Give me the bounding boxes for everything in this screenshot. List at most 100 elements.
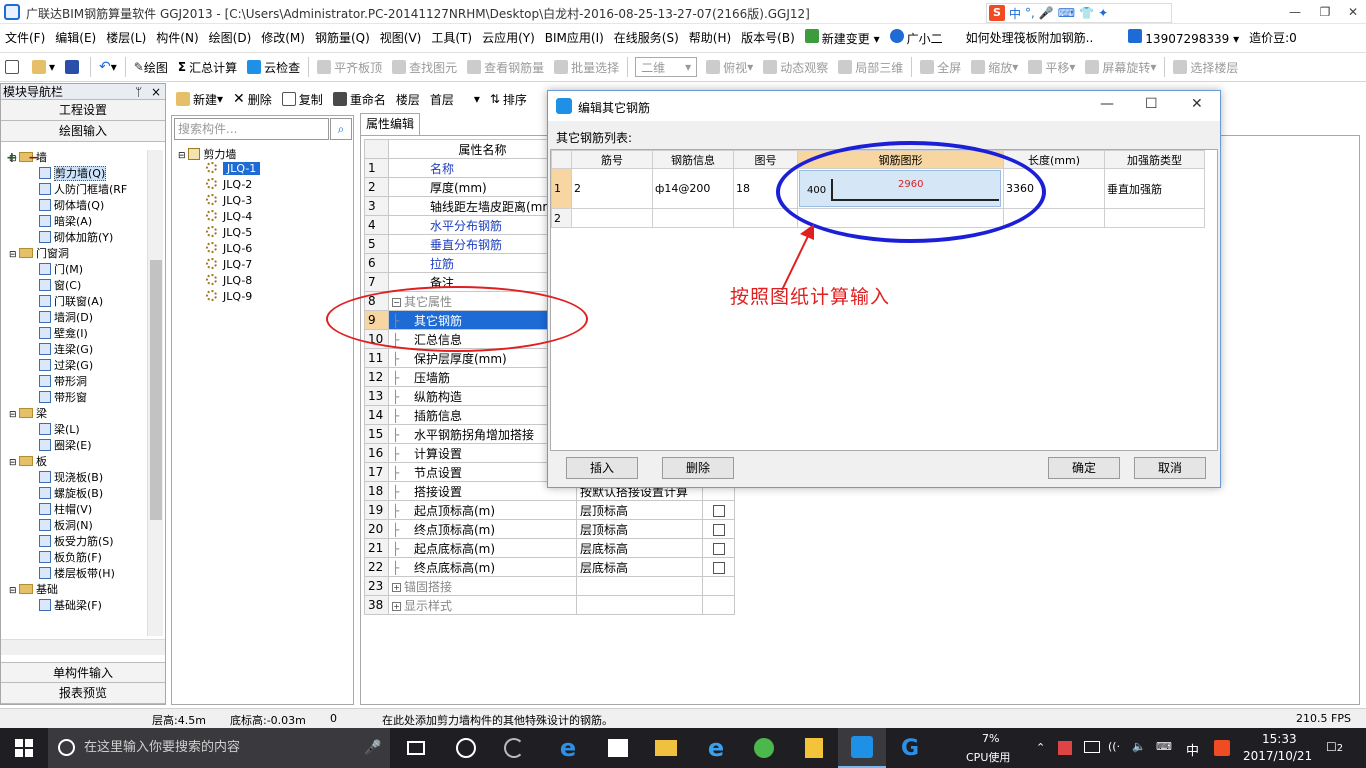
component-item[interactable]: JLQ-9 <box>206 290 252 303</box>
nav-tree-item[interactable]: 连梁(G) <box>1 342 165 358</box>
ime-punct[interactable]: °, <box>1025 6 1035 20</box>
tray-app-icon[interactable] <box>1058 741 1072 755</box>
nav-tree-item[interactable]: 楼层板带(H) <box>1 566 165 582</box>
bar-no-cell[interactable] <box>571 208 653 228</box>
nav-tree-item[interactable]: 砌体墙(Q) <box>1 198 165 214</box>
property-row[interactable]: 19 ├ 起点顶标高(m) 层顶标高 <box>364 500 735 520</box>
ime-tray-label[interactable]: 中 <box>1186 740 1199 759</box>
nav-tree-folder[interactable]: ⊟ 墙 <box>1 150 165 166</box>
clock-time[interactable]: 15:33 <box>1262 732 1297 746</box>
nav-tree-item[interactable]: 墙洞(D) <box>1 310 165 326</box>
notes-button[interactable] <box>790 728 838 768</box>
new-file-button[interactable] <box>0 60 27 74</box>
expand-all-icon[interactable]: + <box>6 150 18 166</box>
menu-account[interactable]: 13907298339 ▾ <box>1098 29 1244 46</box>
screen-rotate-button[interactable]: 屏幕旋转 ▾ <box>1080 59 1161 76</box>
select-floor-button[interactable]: 选择楼层 <box>1168 59 1243 76</box>
nav-tree-item[interactable]: 带形窗 <box>1 390 165 406</box>
delete-component-button[interactable]: ✕ 删除 <box>228 91 277 108</box>
volume-icon[interactable]: 🔈 <box>1132 740 1146 753</box>
reinforce-type-cell[interactable] <box>1104 208 1205 228</box>
keyboard-icon[interactable]: ⌨ <box>1058 6 1075 20</box>
open-file-button[interactable]: ▾ <box>27 60 60 74</box>
report-preview-button[interactable]: 报表预览 <box>1 683 165 704</box>
tree-expand-icon[interactable]: ⊟ <box>9 455 19 471</box>
sort-button[interactable]: ⇅ 排序 <box>485 91 532 108</box>
property-attach-cell[interactable] <box>702 557 735 577</box>
menu-new-change[interactable]: 新建变更 ▾ <box>800 28 885 47</box>
nav-tree-item[interactable]: 板受力筋(S) <box>1 534 165 550</box>
undo-button[interactable]: ↶ ▾ <box>94 59 122 75</box>
sum-calc-button[interactable]: Σ 汇总计算 <box>173 59 242 76</box>
clock-date[interactable]: 2017/10/21 <box>1243 749 1312 763</box>
dynamic-view-button[interactable]: 动态观察 <box>758 59 833 76</box>
nav-tree-item[interactable]: 砌体加筋(Y) <box>1 230 165 246</box>
attach-checkbox[interactable] <box>712 542 725 555</box>
explorer-button[interactable] <box>642 728 690 768</box>
property-value-cell[interactable]: 层底标高 <box>576 557 703 577</box>
attach-checkbox[interactable] <box>712 504 725 517</box>
tree-expand-icon[interactable]: ⊟ <box>9 247 19 263</box>
level-top-button[interactable]: 平齐板顶 <box>312 59 387 76</box>
start-button[interactable] <box>0 728 48 768</box>
search-icon[interactable]: ⌕ <box>330 118 352 140</box>
property-name-cell[interactable]: + 显示样式 <box>388 595 577 615</box>
nav-tree-item[interactable]: 窗(C) <box>1 278 165 294</box>
expand-icon[interactable]: + <box>392 601 401 611</box>
menu-modify[interactable]: 修改(M) <box>256 29 310 46</box>
nav-tree-folder[interactable]: ⊟ 门窗洞 <box>1 246 165 262</box>
property-value-cell[interactable] <box>576 595 703 615</box>
component-item[interactable]: JLQ-8 <box>206 274 252 287</box>
property-attach-cell[interactable] <box>702 538 735 558</box>
property-name-cell[interactable]: + 锚固搭接 <box>388 576 577 596</box>
local-3d-button[interactable]: 局部三维 <box>833 59 908 76</box>
copy-component-button[interactable]: 复制 <box>277 91 328 108</box>
property-value-cell[interactable]: 层顶标高 <box>576 500 703 520</box>
menu-component[interactable]: 构件(N) <box>151 29 203 46</box>
menu-rebar-qty[interactable]: 钢筋量(Q) <box>310 29 375 46</box>
property-name-cell[interactable]: ├ 起点顶标高(m) <box>388 500 577 520</box>
property-row[interactable]: 21 ├ 起点底标高(m) 层底标高 <box>364 538 735 558</box>
component-item[interactable]: JLQ-7 <box>206 258 252 271</box>
menu-edit[interactable]: 编辑(E) <box>50 29 101 46</box>
ime-skin-icon[interactable]: 👕 <box>1079 6 1094 20</box>
nav-tree-item[interactable]: 壁龛(I) <box>1 326 165 342</box>
glodon-button[interactable]: G <box>886 728 934 768</box>
sogou-ime-icon[interactable]: S <box>989 5 1005 21</box>
taskbar-search-input[interactable]: 在这里输入你要搜索的内容 <box>48 728 390 768</box>
app-button-2[interactable] <box>490 728 538 768</box>
scroll-thumb[interactable] <box>150 260 162 520</box>
close-button[interactable]: ✕ <box>1338 2 1366 22</box>
property-attach-cell[interactable] <box>702 500 735 520</box>
bar-no-cell[interactable]: 2 <box>571 168 653 209</box>
property-name-cell[interactable]: ├ 终点底标高(m) <box>388 557 577 577</box>
dimension-select[interactable]: 二维 ▾ <box>635 57 698 77</box>
ie-button[interactable]: e <box>692 728 740 768</box>
property-row[interactable]: 22 ├ 终点底标高(m) 层底标高 <box>364 557 735 577</box>
rebar-info-cell[interactable] <box>652 208 734 228</box>
dialog-maximize-button[interactable]: ☐ <box>1145 96 1158 112</box>
property-attach-cell[interactable] <box>702 576 735 596</box>
component-tree-root[interactable]: ⊟ 剪力墙 <box>178 146 236 162</box>
property-row[interactable]: 38 + 显示样式 <box>364 595 735 615</box>
nav-tree-folder[interactable]: ⊟ 基础 <box>1 582 165 598</box>
menu-beans[interactable]: 造价豆:0 <box>1244 29 1302 46</box>
nav-tree-item[interactable]: 过梁(G) <box>1 358 165 374</box>
tree-expand-icon[interactable]: ⊟ <box>9 583 19 599</box>
cancel-button[interactable]: 取消 <box>1134 457 1206 479</box>
ime-lang[interactable]: 中 <box>1009 5 1021 22</box>
zoom-button[interactable]: 缩放 ▾ <box>966 59 1023 76</box>
pin-icon[interactable]: ᛘ <box>135 84 142 100</box>
top-view-button[interactable]: 俯视 ▾ <box>701 59 758 76</box>
mic-icon[interactable]: 🎤 <box>1039 6 1054 20</box>
nav-tree-item[interactable]: 柱帽(V) <box>1 502 165 518</box>
menu-floor[interactable]: 楼层(L) <box>101 29 151 46</box>
save-button[interactable] <box>60 60 87 74</box>
menu-help-link[interactable]: 如何处理筏板附加钢筋.. <box>948 29 1099 46</box>
nav-close-icon[interactable]: × <box>151 84 161 100</box>
nav-tree-item[interactable]: 剪力墙(Q) <box>1 166 165 182</box>
rename-component-button[interactable]: 重命名 <box>328 91 391 108</box>
menu-online[interactable]: 在线服务(S) <box>609 29 684 46</box>
menu-guangxiaoer[interactable]: 广小二 <box>885 28 948 47</box>
store-button[interactable] <box>594 728 642 768</box>
